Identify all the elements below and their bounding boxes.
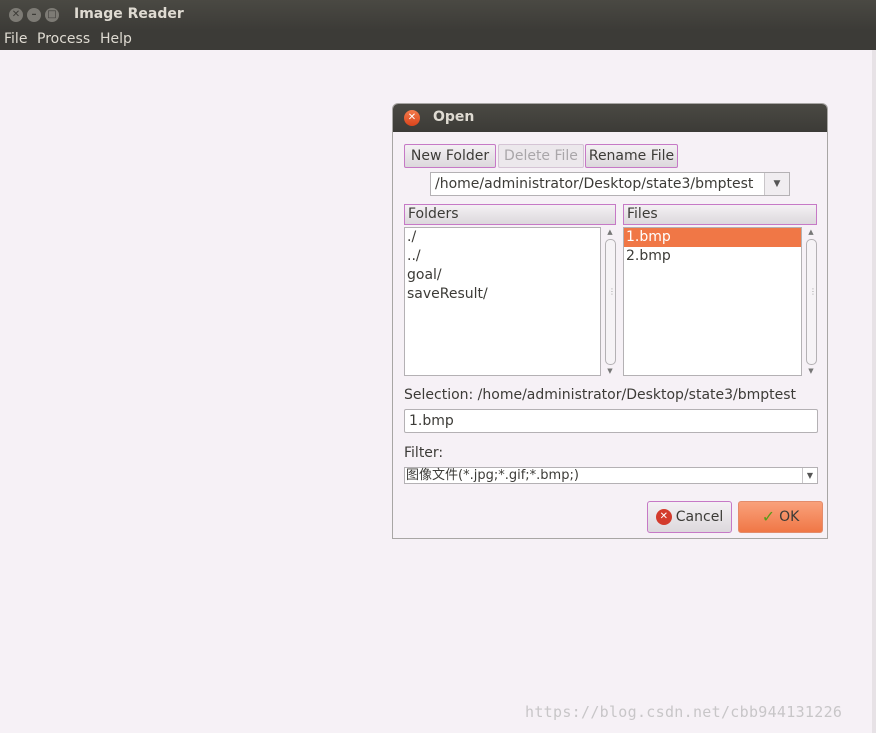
- scroll-up-icon[interactable]: ▲: [603, 227, 617, 237]
- new-folder-button[interactable]: New Folder: [404, 144, 496, 168]
- cancel-icon: ✕: [655, 509, 672, 525]
- scroll-down-icon[interactable]: ▼: [603, 366, 617, 376]
- app-titlebar: ✕ – □ Image Reader: [0, 0, 876, 30]
- watermark: https://blog.csdn.net/cbb944131226: [525, 703, 843, 721]
- selection-label: Selection: /home/administrator/Desktop/s…: [404, 387, 797, 403]
- window-controls: ✕ – □: [9, 8, 59, 22]
- dialog-close-icon[interactable]: ✕: [404, 110, 420, 126]
- selection-input[interactable]: 1.bmp: [404, 409, 818, 433]
- menu-help[interactable]: Help: [100, 31, 132, 47]
- dialog-title: Open: [433, 109, 475, 125]
- path-combo[interactable]: /home/administrator/Desktop/state3/bmpte…: [430, 172, 790, 196]
- grip-icon: ⋮: [608, 287, 616, 296]
- chevron-down-icon[interactable]: ▼: [764, 173, 789, 195]
- list-item[interactable]: goal/: [405, 266, 600, 285]
- minimize-icon[interactable]: –: [27, 8, 41, 22]
- scroll-down-icon[interactable]: ▼: [804, 366, 818, 376]
- ok-label: OK: [779, 509, 800, 525]
- filter-value: 图像文件(*.jpg;*.gif;*.bmp;): [406, 468, 579, 483]
- close-icon[interactable]: ✕: [9, 8, 23, 22]
- ok-button[interactable]: ✓ OK: [738, 501, 823, 533]
- check-icon: ✓: [761, 507, 776, 526]
- path-value: /home/administrator/Desktop/state3/bmpte…: [435, 176, 754, 192]
- filter-label: Filter:: [404, 445, 444, 461]
- menu-file[interactable]: File: [4, 31, 27, 47]
- window-edge: [872, 50, 876, 733]
- cancel-button[interactable]: ✕ Cancel: [647, 501, 732, 533]
- rename-file-button[interactable]: Rename File: [585, 144, 678, 168]
- scroll-thumb[interactable]: [806, 239, 817, 365]
- scroll-thumb[interactable]: [605, 239, 616, 365]
- menubar: File Process Help: [0, 30, 876, 50]
- list-item[interactable]: saveResult/: [405, 285, 600, 304]
- chevron-down-icon[interactable]: ▼: [802, 468, 817, 483]
- menu-process[interactable]: Process: [37, 31, 90, 47]
- folders-scrollbar[interactable]: ▲ ⋮ ▼: [603, 227, 617, 376]
- delete-file-button[interactable]: Delete File: [498, 144, 584, 168]
- maximize-icon[interactable]: □: [45, 8, 59, 22]
- dialog-titlebar: ✕ Open: [393, 104, 827, 132]
- filter-combo[interactable]: 图像文件(*.jpg;*.gif;*.bmp;) ▼: [404, 467, 818, 484]
- files-scrollbar[interactable]: ▲ ⋮ ▼: [804, 227, 818, 376]
- open-dialog: ✕ Open New Folder Delete File Rename Fil…: [392, 103, 828, 539]
- files-header[interactable]: Files: [623, 204, 817, 225]
- app-title: Image Reader: [74, 6, 184, 22]
- files-list[interactable]: 1.bmp 2.bmp: [623, 227, 802, 376]
- list-item[interactable]: 2.bmp: [624, 247, 801, 266]
- list-item[interactable]: ../: [405, 247, 600, 266]
- cancel-label: Cancel: [675, 509, 724, 525]
- grip-icon: ⋮: [809, 287, 817, 296]
- folders-header[interactable]: Folders: [404, 204, 616, 225]
- list-item-selected[interactable]: 1.bmp: [624, 228, 801, 247]
- list-item[interactable]: ./: [405, 228, 600, 247]
- folders-list[interactable]: ./ ../ goal/ saveResult/: [404, 227, 601, 376]
- scroll-up-icon[interactable]: ▲: [804, 227, 818, 237]
